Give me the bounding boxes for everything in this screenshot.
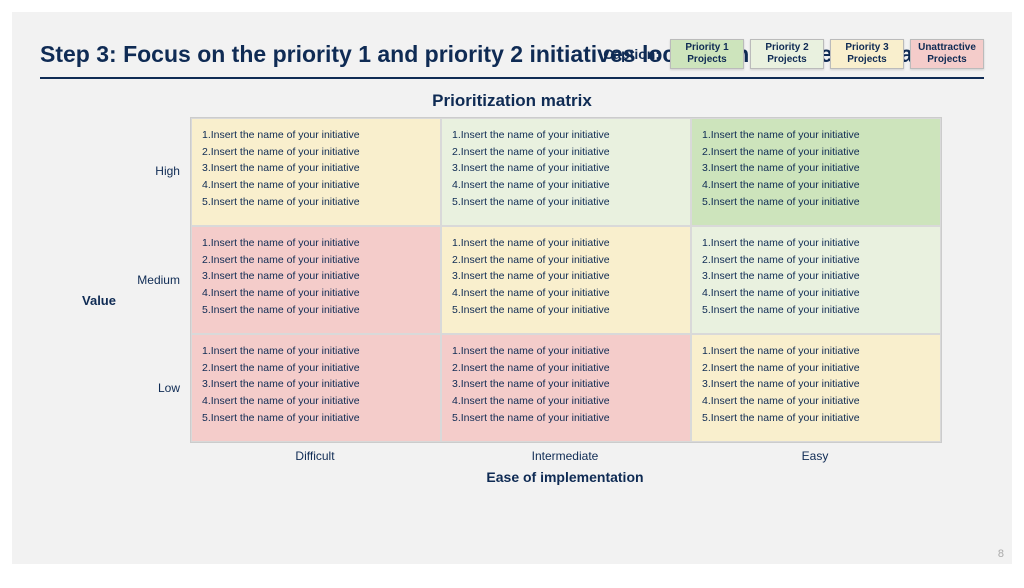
grid-wrap: High Medium Low 1.Insert the name of you… [126, 117, 942, 485]
legend-text: Priority 1 [685, 42, 728, 54]
list-item: 1.Insert the name of your initiative [702, 127, 930, 144]
list-item: 4.Insert the name of your initiative [702, 393, 930, 410]
list-item: 4.Insert the name of your initiative [452, 393, 680, 410]
cell-high-intermediate: 1.Insert the name of your initiative 2.I… [441, 118, 691, 226]
list-item: 4.Insert the name of your initiative [202, 393, 430, 410]
legend-priority-2: Priority 2 Projects [750, 39, 824, 69]
list-item: 3.Insert the name of your initiative [452, 376, 680, 393]
list-item: 1.Insert the name of your initiative [202, 343, 430, 360]
list-item: 3.Insert the name of your initiative [702, 376, 930, 393]
row-label-high: High [126, 117, 180, 225]
cell-medium-difficult: 1.Insert the name of your initiative 2.I… [191, 226, 441, 334]
list-item: 3.Insert the name of your initiative [202, 160, 430, 177]
legend-priority-1: Priority 1 Projects [670, 39, 744, 69]
list-item: 2.Insert the name of your initiative [202, 144, 430, 161]
list-item: 1.Insert the name of your initiative [702, 235, 930, 252]
legend-text: Projects [927, 54, 966, 66]
list-item: 2.Insert the name of your initiative [702, 360, 930, 377]
legend-text: Projects [847, 54, 886, 66]
y-axis-label: Value [82, 293, 116, 308]
list-item: 4.Insert the name of your initiative [702, 285, 930, 302]
list-item: 4.Insert the name of your initiative [202, 177, 430, 194]
matrix-title: Prioritization matrix [40, 91, 984, 111]
cell-medium-easy: 1.Insert the name of your initiative 2.I… [691, 226, 941, 334]
list-item: 3.Insert the name of your initiative [452, 160, 680, 177]
row-labels: High Medium Low [126, 117, 180, 443]
caption-label: Caption: [603, 46, 660, 62]
legend-text: Priority 2 [765, 42, 808, 54]
col-label-difficult: Difficult [190, 449, 440, 463]
legend-unattractive: Unattractive Projects [910, 39, 984, 69]
col-labels: Difficult Intermediate Easy [190, 449, 942, 463]
list-item: 2.Insert the name of your initiative [452, 252, 680, 269]
grid-body: High Medium Low 1.Insert the name of you… [126, 117, 942, 443]
list-item: 1.Insert the name of your initiative [452, 127, 680, 144]
list-item: 5.Insert the name of your initiative [452, 194, 680, 211]
list-item: 5.Insert the name of your initiative [202, 410, 430, 427]
list-item: 5.Insert the name of your initiative [202, 194, 430, 211]
list-item: 1.Insert the name of your initiative [452, 235, 680, 252]
list-item: 5.Insert the name of your initiative [702, 194, 930, 211]
list-item: 1.Insert the name of your initiative [202, 235, 430, 252]
col-label-intermediate: Intermediate [440, 449, 690, 463]
list-item: 4.Insert the name of your initiative [452, 285, 680, 302]
col-label-easy: Easy [690, 449, 940, 463]
list-item: 2.Insert the name of your initiative [202, 360, 430, 377]
list-item: 4.Insert the name of your initiative [202, 285, 430, 302]
legend-text: Projects [687, 54, 726, 66]
legend-text: Projects [767, 54, 806, 66]
cell-low-intermediate: 1.Insert the name of your initiative 2.I… [441, 334, 691, 442]
list-item: 3.Insert the name of your initiative [202, 376, 430, 393]
list-item: 2.Insert the name of your initiative [702, 252, 930, 269]
list-item: 4.Insert the name of your initiative [702, 177, 930, 194]
list-item: 3.Insert the name of your initiative [452, 268, 680, 285]
legend-row: Caption: Priority 1 Projects Priority 2 … [603, 39, 984, 69]
slide: Step 3: Focus on the priority 1 and prio… [12, 12, 1012, 564]
list-item: 1.Insert the name of your initiative [202, 127, 430, 144]
list-item: 5.Insert the name of your initiative [702, 302, 930, 319]
cell-high-difficult: 1.Insert the name of your initiative 2.I… [191, 118, 441, 226]
matrix-area: Value High Medium Low 1.Insert the name … [40, 117, 984, 485]
list-item: 5.Insert the name of your initiative [702, 410, 930, 427]
list-item: 1.Insert the name of your initiative [452, 343, 680, 360]
list-item: 2.Insert the name of your initiative [452, 144, 680, 161]
list-item: 5.Insert the name of your initiative [452, 410, 680, 427]
list-item: 2.Insert the name of your initiative [202, 252, 430, 269]
page-number: 8 [998, 548, 1004, 560]
x-axis-label: Ease of implementation [190, 469, 940, 485]
list-item: 2.Insert the name of your initiative [702, 144, 930, 161]
header: Step 3: Focus on the priority 1 and prio… [40, 40, 984, 79]
list-item: 3.Insert the name of your initiative [702, 268, 930, 285]
cell-low-difficult: 1.Insert the name of your initiative 2.I… [191, 334, 441, 442]
row-label-low: Low [126, 334, 180, 442]
list-item: 4.Insert the name of your initiative [452, 177, 680, 194]
list-item: 5.Insert the name of your initiative [452, 302, 680, 319]
row-label-medium: Medium [126, 226, 180, 334]
list-item: 2.Insert the name of your initiative [452, 360, 680, 377]
cell-low-easy: 1.Insert the name of your initiative 2.I… [691, 334, 941, 442]
legend-text: Priority 3 [845, 42, 888, 54]
cell-high-easy: 1.Insert the name of your initiative 2.I… [691, 118, 941, 226]
list-item: 3.Insert the name of your initiative [202, 268, 430, 285]
list-item: 1.Insert the name of your initiative [702, 343, 930, 360]
matrix-grid: 1.Insert the name of your initiative 2.I… [190, 117, 942, 443]
legend-priority-3: Priority 3 Projects [830, 39, 904, 69]
list-item: 3.Insert the name of your initiative [702, 160, 930, 177]
cell-medium-intermediate: 1.Insert the name of your initiative 2.I… [441, 226, 691, 334]
legend-text: Unattractive [918, 42, 976, 54]
list-item: 5.Insert the name of your initiative [202, 302, 430, 319]
